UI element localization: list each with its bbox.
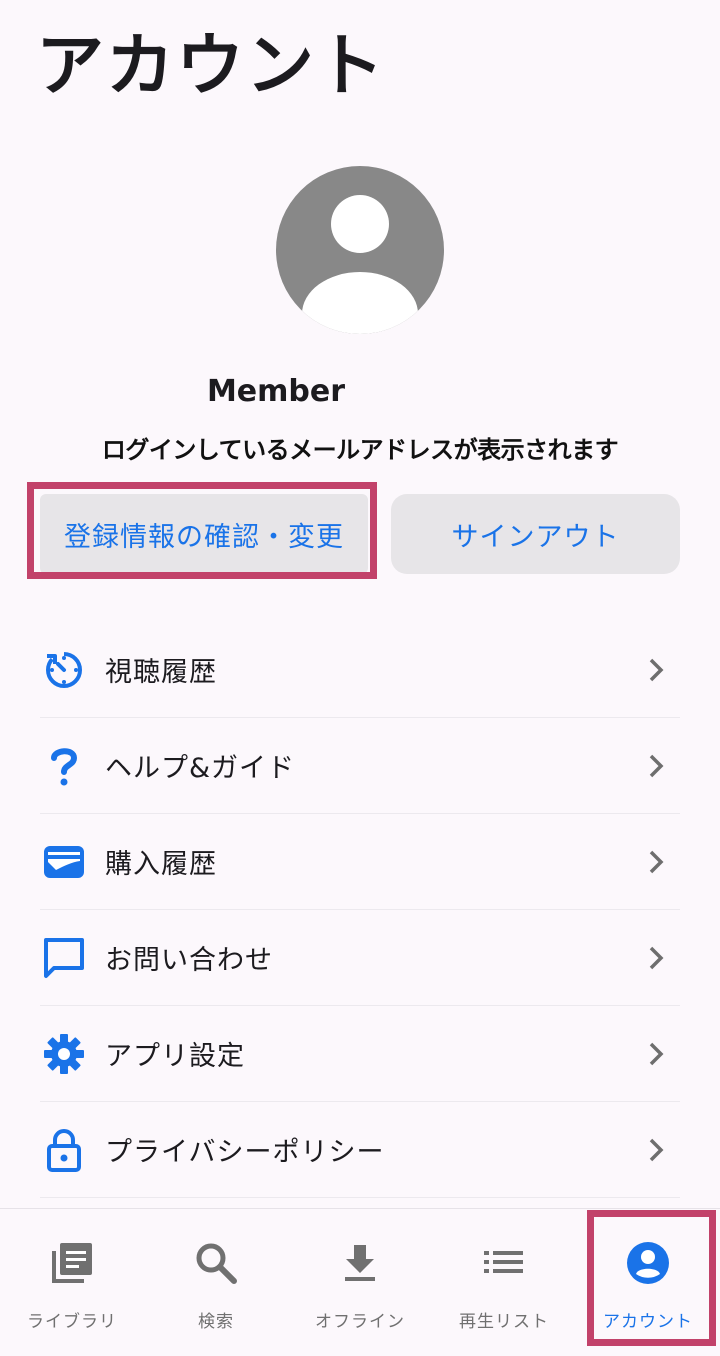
chevron-right-icon [649,850,664,874]
chevron-right-icon [649,946,664,970]
chat-icon [40,934,88,982]
nav-label: オフライン [315,1312,405,1332]
nav-label: 検索 [198,1312,234,1332]
menu-item-label: 購入履歴 [105,849,217,880]
page-title: アカウント [36,27,387,106]
avatar [276,166,444,334]
nav-item-account[interactable]: アカウント [576,1209,720,1356]
nav-item-offline[interactable]: オフライン [288,1209,432,1356]
menu-item-label: ヘルプ&ガイド [105,753,296,784]
sign-out-button[interactable]: サインアウト [391,494,680,574]
wallet-icon [40,838,88,886]
library-icon [44,1235,100,1291]
chevron-right-icon [649,1138,664,1162]
gear-icon [40,1030,88,1078]
menu-item-contact[interactable]: お問い合わせ [40,910,680,1006]
nav-item-library[interactable]: ライブラリ [0,1209,144,1356]
person-icon [302,195,418,334]
nav-item-playlists[interactable]: 再生リスト [432,1209,576,1356]
email-note: ログインしているメールアドレスが表示されます [101,436,619,464]
menu-item-label: アプリ設定 [105,1041,245,1072]
menu-item-label: プライバシーポリシー [105,1137,385,1168]
lock-icon [40,1126,88,1174]
member-name: Member [206,374,346,409]
menu-item-privacy-policy[interactable]: プライバシーポリシー [40,1102,680,1198]
chevron-right-icon [649,658,664,682]
account-icon [620,1235,676,1291]
nav-label: 再生リスト [459,1312,549,1332]
playlist-icon [476,1235,532,1291]
menu-item-purchases[interactable]: 購入履歴 [40,814,680,910]
account-menu: 視聴履歴 ヘルプ&ガイド 購入履歴 お問い合わせ アプリ設定 プライバシーポリシ… [40,622,680,1198]
account-page: アカウント Member ログインしているメールアドレスが表示されます 登録情報… [0,0,720,1356]
menu-item-help[interactable]: ヘルプ&ガイド [40,718,680,814]
nav-label: ライブラリ [27,1312,117,1332]
menu-item-app-settings[interactable]: アプリ設定 [40,1006,680,1102]
help-icon [40,742,88,790]
history-icon [40,646,88,694]
menu-item-label: お問い合わせ [105,945,273,976]
nav-label: アカウント [603,1312,693,1332]
nav-item-search[interactable]: 検索 [144,1209,288,1356]
download-icon [332,1235,388,1291]
chevron-right-icon [649,1042,664,1066]
menu-item-label: 視聴履歴 [105,657,217,688]
bottom-navigation: ライブラリ 検索 オフライン 再生リスト アカウント [0,1208,720,1356]
search-icon [188,1235,244,1291]
menu-item-history[interactable]: 視聴履歴 [40,622,680,718]
edit-registration-button[interactable]: 登録情報の確認・変更 [40,494,368,574]
chevron-right-icon [649,754,664,778]
